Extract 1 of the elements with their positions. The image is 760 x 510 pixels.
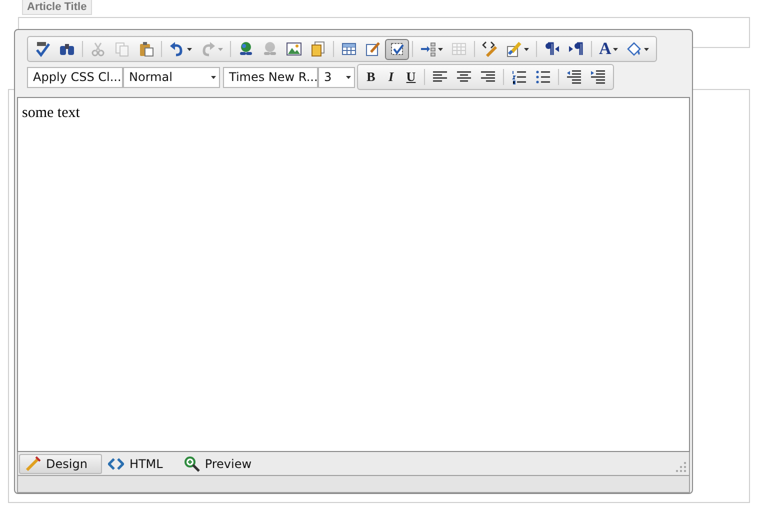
field-label: Article Title [22,0,92,15]
